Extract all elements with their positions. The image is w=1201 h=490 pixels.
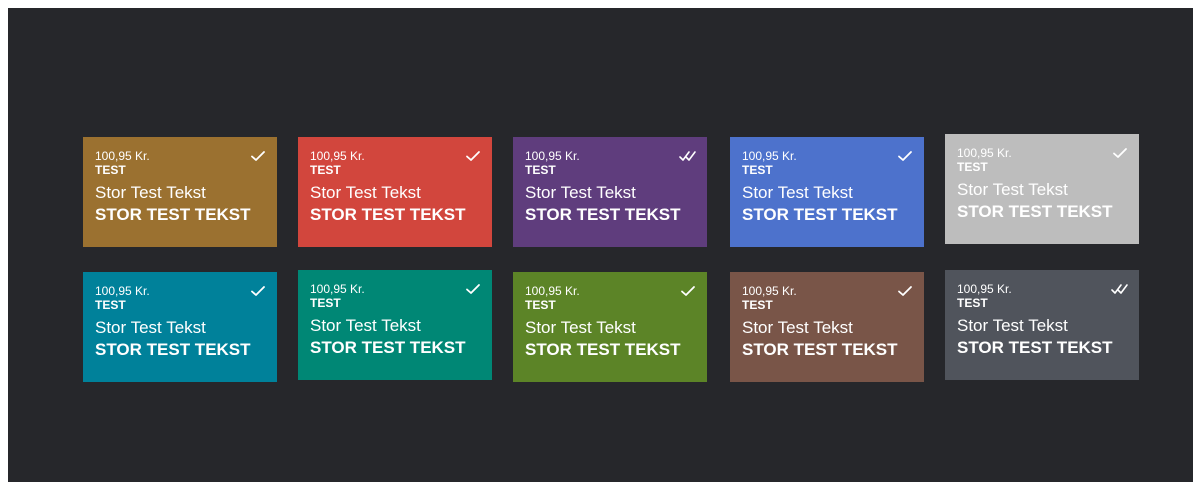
- large-text: Stor Test Tekst: [957, 316, 1068, 335]
- double-check-icon: [1111, 282, 1129, 296]
- test-label: TEST: [310, 296, 341, 310]
- test-label: TEST: [742, 163, 773, 177]
- check-icon: [896, 149, 914, 163]
- large-text: Stor Test Tekst: [525, 318, 636, 337]
- test-label: TEST: [957, 296, 988, 310]
- large-text: Stor Test Tekst: [310, 316, 421, 335]
- large-text: Stor Test Tekst: [525, 183, 636, 202]
- large-text: Stor Test Tekst: [957, 180, 1068, 199]
- tile-card[interactable]: 100,95 Kr. TEST Stor Test Tekst STOR TES…: [730, 137, 924, 247]
- tile-card[interactable]: 100,95 Kr. TEST Stor Test Tekst STOR TES…: [298, 137, 492, 247]
- tile-card[interactable]: 100,95 Kr. TEST Stor Test Tekst STOR TES…: [83, 272, 277, 382]
- large-text: Stor Test Tekst: [742, 318, 853, 337]
- check-icon: [679, 284, 697, 298]
- test-label: TEST: [957, 160, 988, 174]
- large-text: Stor Test Tekst: [95, 318, 206, 337]
- check-icon: [896, 284, 914, 298]
- large-bold-text: STOR TEST TEKST: [95, 205, 251, 224]
- check-icon: [249, 284, 267, 298]
- large-bold-text: STOR TEST TEKST: [310, 338, 466, 357]
- check-icon: [464, 282, 482, 296]
- test-label: TEST: [95, 298, 126, 312]
- tile-card[interactable]: 100,95 Kr. TEST Stor Test Tekst STOR TES…: [945, 270, 1139, 380]
- tile-card[interactable]: 100,95 Kr. TEST Stor Test Tekst STOR TES…: [513, 272, 707, 382]
- tile-card[interactable]: 100,95 Kr. TEST Stor Test Tekst STOR TES…: [298, 270, 492, 380]
- tile-card[interactable]: 100,95 Kr. TEST Stor Test Tekst STOR TES…: [513, 137, 707, 247]
- test-label: TEST: [742, 298, 773, 312]
- large-bold-text: STOR TEST TEKST: [525, 340, 681, 359]
- test-label: TEST: [95, 163, 126, 177]
- large-text: Stor Test Tekst: [95, 183, 206, 202]
- large-bold-text: STOR TEST TEKST: [957, 202, 1113, 221]
- test-label: TEST: [525, 163, 556, 177]
- large-bold-text: STOR TEST TEKST: [742, 205, 898, 224]
- double-check-icon: [679, 149, 697, 163]
- tile-card[interactable]: 100,95 Kr. TEST Stor Test Tekst STOR TES…: [730, 272, 924, 382]
- large-bold-text: STOR TEST TEKST: [95, 340, 251, 359]
- tile-card[interactable]: 100,95 Kr. TEST Stor Test Tekst STOR TES…: [83, 137, 277, 247]
- large-bold-text: STOR TEST TEKST: [742, 340, 898, 359]
- tile-card[interactable]: 100,95 Kr. TEST Stor Test Tekst STOR TES…: [945, 134, 1139, 244]
- check-icon: [464, 149, 482, 163]
- check-icon: [1111, 146, 1129, 160]
- canvas: 100,95 Kr. TEST Stor Test Tekst STOR TES…: [8, 8, 1193, 482]
- large-text: Stor Test Tekst: [310, 183, 421, 202]
- large-bold-text: STOR TEST TEKST: [310, 205, 466, 224]
- large-bold-text: STOR TEST TEKST: [525, 205, 681, 224]
- test-label: TEST: [525, 298, 556, 312]
- check-icon: [249, 149, 267, 163]
- large-bold-text: STOR TEST TEKST: [957, 338, 1113, 357]
- large-text: Stor Test Tekst: [742, 183, 853, 202]
- test-label: TEST: [310, 163, 341, 177]
